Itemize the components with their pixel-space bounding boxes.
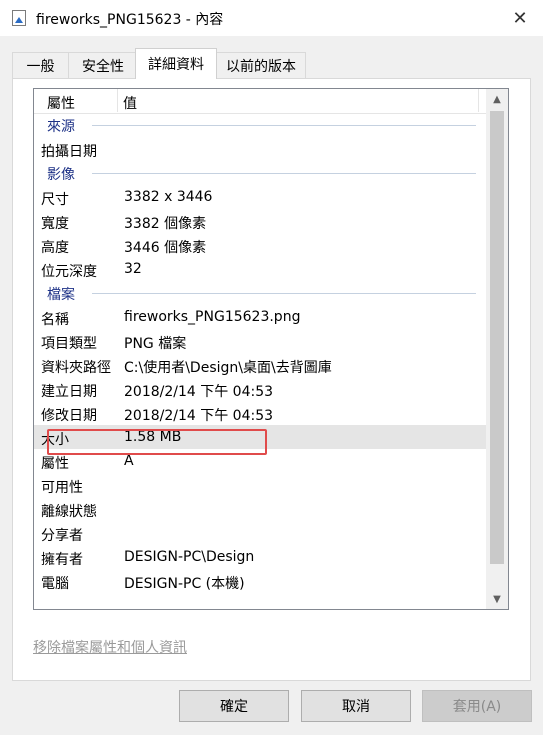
property-name: 建立日期 — [41, 384, 97, 400]
group-label: 檔案 — [47, 287, 75, 303]
column-divider[interactable] — [117, 89, 118, 112]
property-value: 32 — [124, 261, 142, 277]
close-button[interactable]: ✕ — [497, 0, 543, 36]
property-name: 修改日期 — [41, 408, 97, 424]
property-name: 離線狀態 — [41, 504, 97, 520]
group-image[interactable]: 影像 — [34, 161, 486, 185]
vertical-scrollbar[interactable]: ▲ ▼ — [486, 89, 508, 609]
property-name: 項目類型 — [41, 336, 97, 352]
scroll-up-icon[interactable]: ▲ — [486, 89, 508, 109]
property-name: 電腦 — [41, 576, 69, 592]
list-item[interactable]: 拍攝日期 — [34, 137, 486, 161]
group-file[interactable]: 檔案 — [34, 281, 486, 305]
property-name: 屬性 — [41, 456, 69, 472]
image-file-icon — [12, 10, 26, 26]
property-value: C:\使用者\Design\桌面\去背圖庫 — [124, 360, 332, 376]
list-item[interactable]: 分享者 — [34, 521, 486, 545]
scroll-thumb[interactable] — [490, 111, 504, 564]
list-item[interactable]: 離線狀態 — [34, 497, 486, 521]
header-property[interactable]: 屬性 — [47, 93, 75, 113]
group-label: 影像 — [47, 167, 75, 183]
group-origin[interactable]: 來源 — [34, 113, 486, 137]
property-value: 2018/2/14 下午 04:53 — [124, 384, 274, 400]
details-panel: 屬性 值 來源 拍攝日期 影像 尺寸 3382 x 3446 寬度 3382 個… — [12, 78, 531, 681]
property-name: 大小 — [41, 432, 69, 448]
property-value: DESIGN-PC\Design — [124, 549, 255, 565]
header-value[interactable]: 值 — [123, 93, 137, 113]
list-item[interactable]: 尺寸 3382 x 3446 — [34, 185, 486, 209]
property-value: 1.58 MB — [124, 429, 182, 445]
list-item-selected[interactable]: 大小 1.58 MB — [34, 425, 486, 449]
list-item[interactable]: 資料夾路徑 C:\使用者\Design\桌面\去背圖庫 — [34, 353, 486, 377]
window-title: fireworks_PNG15623 - 內容 — [36, 12, 224, 28]
tab-details[interactable]: 詳細資料 — [135, 48, 217, 79]
property-value: A — [124, 453, 134, 469]
property-name: 名稱 — [41, 312, 69, 328]
apply-button[interactable]: 套用(A) — [422, 690, 532, 722]
close-icon: ✕ — [512, 7, 528, 29]
group-divider — [92, 293, 476, 294]
list-item[interactable]: 項目類型 PNG 檔案 — [34, 329, 486, 353]
property-name: 分享者 — [41, 528, 83, 544]
list-item[interactable]: 位元深度 32 — [34, 257, 486, 281]
group-divider — [92, 125, 476, 126]
ok-button[interactable]: 確定 — [179, 690, 289, 722]
property-value: fireworks_PNG15623.png — [124, 309, 301, 325]
column-divider[interactable] — [478, 89, 479, 112]
list-item[interactable]: 電腦 DESIGN-PC (本機) — [34, 569, 486, 593]
list-item[interactable]: 屬性 A — [34, 449, 486, 473]
property-value: 3382 個像素 — [124, 216, 207, 232]
remove-properties-link[interactable]: 移除檔案屬性和個人資訊 — [33, 637, 187, 657]
group-divider — [92, 173, 476, 174]
scroll-down-icon[interactable]: ▼ — [486, 589, 508, 609]
property-name: 寬度 — [41, 216, 69, 232]
title-bar: fireworks_PNG15623 - 內容 ✕ — [0, 0, 543, 36]
property-value: PNG 檔案 — [124, 336, 187, 352]
list-item[interactable]: 建立日期 2018/2/14 下午 04:53 — [34, 377, 486, 401]
property-name: 拍攝日期 — [41, 144, 97, 160]
tab-security[interactable]: 安全性 — [68, 52, 138, 78]
list-item[interactable]: 修改日期 2018/2/14 下午 04:53 — [34, 401, 486, 425]
tab-general[interactable]: 一般 — [12, 52, 69, 78]
property-name: 擁有者 — [41, 552, 83, 568]
property-name: 高度 — [41, 240, 69, 256]
list-rows: 來源 拍攝日期 影像 尺寸 3382 x 3446 寬度 3382 個像素 高度 — [34, 113, 486, 593]
property-value: 3382 x 3446 — [124, 189, 213, 205]
list-item[interactable]: 可用性 — [34, 473, 486, 497]
property-name: 尺寸 — [41, 192, 69, 208]
property-name: 資料夾路徑 — [41, 360, 111, 376]
group-label: 來源 — [47, 119, 75, 135]
list-item[interactable]: 擁有者 DESIGN-PC\Design — [34, 545, 486, 569]
tab-previous-versions[interactable]: 以前的版本 — [216, 52, 306, 78]
cancel-button[interactable]: 取消 — [301, 690, 411, 722]
list-header: 屬性 值 — [34, 89, 486, 114]
property-value: DESIGN-PC (本機) — [124, 576, 245, 592]
property-value: 2018/2/14 下午 04:53 — [124, 408, 274, 424]
property-name: 位元深度 — [41, 264, 97, 280]
list-item[interactable]: 高度 3446 個像素 — [34, 233, 486, 257]
property-value: 3446 個像素 — [124, 240, 207, 256]
properties-list[interactable]: 屬性 值 來源 拍攝日期 影像 尺寸 3382 x 3446 寬度 3382 個… — [33, 88, 509, 610]
list-item[interactable]: 寬度 3382 個像素 — [34, 209, 486, 233]
property-name: 可用性 — [41, 480, 83, 496]
list-item[interactable]: 名稱 fireworks_PNG15623.png — [34, 305, 486, 329]
